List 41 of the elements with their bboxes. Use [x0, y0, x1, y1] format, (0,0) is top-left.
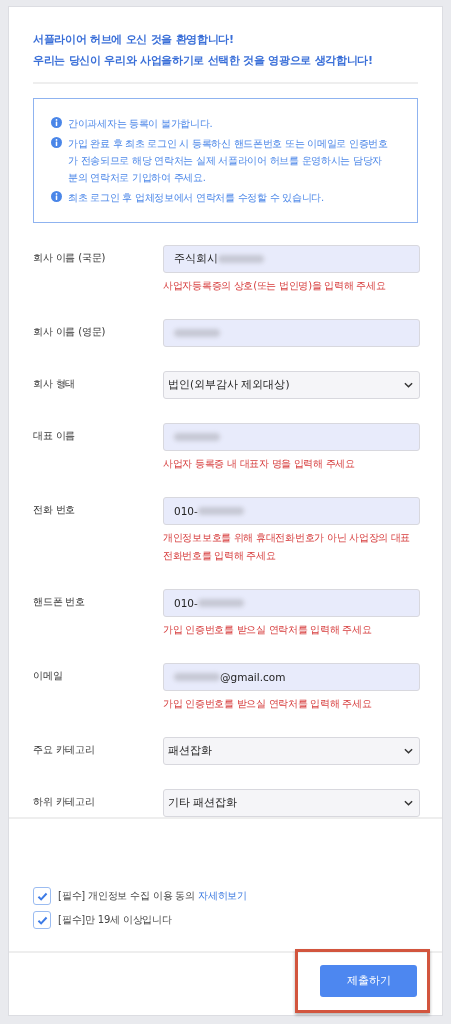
agreement-text: [필수] 개인정보 수집 이용 동의 자세히보기 [58, 889, 247, 903]
help-text: 사업자 등록증 내 대표자 명을 입력해 주세요 [163, 457, 356, 471]
input-field[interactable]: 010- [163, 497, 420, 525]
agreement-text: [필수]만 19세 이상입니다 [58, 913, 172, 927]
input-field[interactable]: 010- [163, 589, 420, 617]
notice-text: 간이과세자는 등록이 불가합니다. [68, 117, 213, 131]
select-field[interactable]: 기타 패션잡화 [163, 789, 420, 817]
welcome-text: 서플라이어 허브에 오신 것을 환영합니다! [33, 32, 235, 47]
info-icon [51, 191, 62, 202]
help-text: 사업자등록증의 상호(또는 법인명)을 입력해 주세요 [163, 279, 387, 293]
details-link[interactable]: 자세히보기 [197, 890, 247, 901]
input-field[interactable]: 주식회시 [163, 245, 420, 273]
check-icon [36, 915, 48, 925]
checkbox[interactable] [33, 911, 51, 929]
chevron-down-icon [404, 800, 413, 806]
field-label: 하위 카테고리 [33, 795, 96, 809]
help-text: 가입 인증번호를 받으실 연락처를 입력해 주세요 [163, 623, 373, 637]
info-icon [51, 117, 62, 128]
help-text: 개인정보보호를 위해 휴대전화번호가 아닌 사업장의 대표 전화번호를 입력해 주세요 [163, 531, 412, 563]
notice-text: 최초 로그인 후 업체정보에서 연락처를 수정할 수 있습니다. [68, 191, 324, 205]
notice-text: 가입 완료 후 최초 로그인 시 등록하신 핸드폰번호 또는 이메일로 인증번호가 전송되므로 해당 연락처는 실제 서플라이어 허브를 운영하시는 담당자분의 연락처로 기입하여 주세요. [68, 137, 388, 185]
info-icon [51, 137, 62, 148]
help-text: 가입 인증번호를 받으실 연락처를 입력해 주세요 [163, 697, 373, 711]
welcome-text: 우리는 당신이 우리와 사업을하기로 선택한 것을 영광으로 생각합니다! [33, 53, 374, 68]
check-icon [36, 891, 48, 901]
field-label: 회사 형태 [33, 377, 77, 391]
field-label: 이메일 [33, 669, 64, 683]
field-label: 전화 번호 [33, 503, 77, 517]
input-field[interactable]: @gmail.com [163, 663, 420, 691]
checkbox[interactable] [33, 887, 51, 905]
field-label: 대표 이름 [33, 429, 77, 443]
select-field[interactable]: 패션잡화 [163, 737, 420, 765]
field-label: 핸드폰 번호 [33, 595, 86, 609]
chevron-down-icon [404, 748, 413, 754]
field-label: 회사 이름 (영문) [33, 325, 107, 339]
select-field[interactable]: 법인(외부감사 제외대상) [163, 371, 420, 399]
field-label: 회사 이름 (국문) [33, 251, 107, 265]
field-label: 주요 카테고리 [33, 743, 96, 757]
chevron-down-icon [404, 382, 413, 388]
input-field[interactable] [163, 423, 420, 451]
input-field[interactable] [163, 319, 420, 347]
